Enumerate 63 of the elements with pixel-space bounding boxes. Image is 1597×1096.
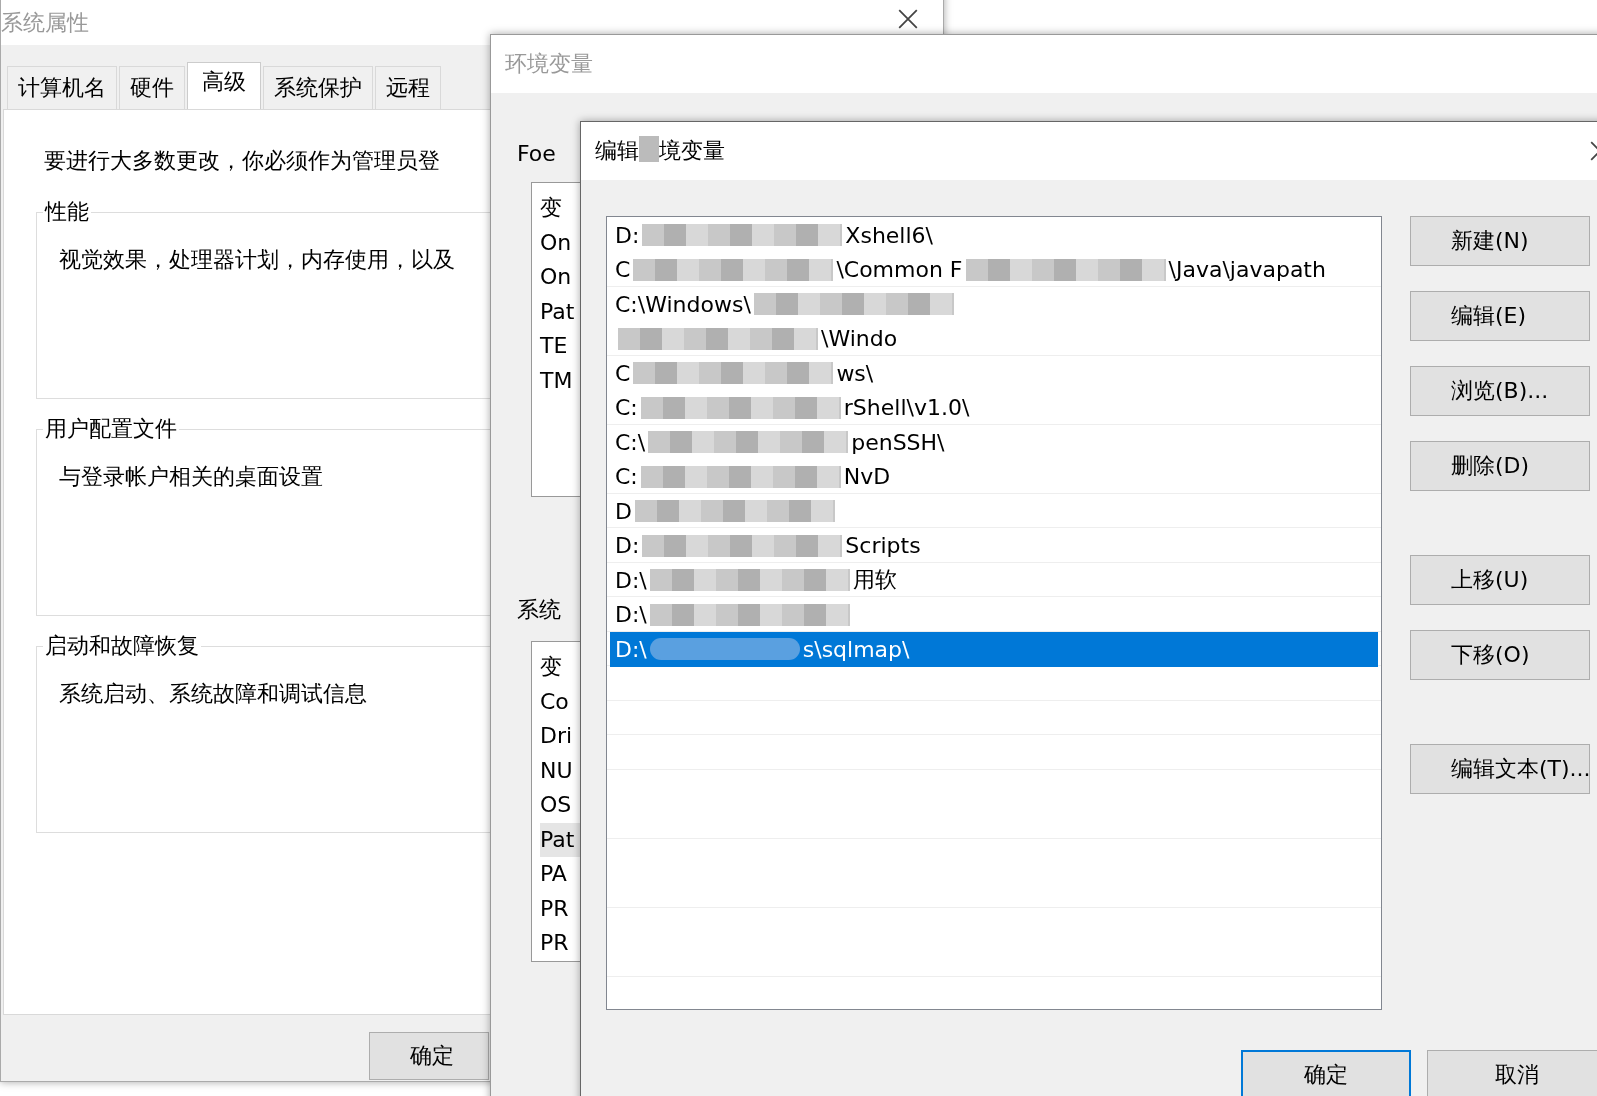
path-text: C:\ bbox=[615, 429, 646, 455]
path-text: s\sqlmap\ bbox=[802, 636, 910, 662]
path-text: C bbox=[615, 257, 631, 283]
path-text: D: bbox=[615, 222, 640, 248]
path-row[interactable]: C: rShell\v1.0\ bbox=[610, 390, 1378, 425]
close-icon[interactable] bbox=[897, 8, 919, 30]
path-text: 用软 bbox=[852, 566, 897, 595]
path-text: C bbox=[615, 360, 631, 386]
path-text: D:\ bbox=[615, 567, 647, 593]
group-description: 与登录帐户相关的桌面设置 bbox=[59, 463, 323, 491]
path-row[interactable]: D: Scripts bbox=[610, 528, 1378, 563]
tab[interactable]: 远程 bbox=[375, 66, 441, 109]
group-description: 视觉效果，处理器计划，内存使用，以及 bbox=[59, 246, 455, 274]
path-text: ws\ bbox=[836, 360, 874, 386]
section-label: Foe bbox=[516, 141, 556, 166]
action-button[interactable]: 下移(O) bbox=[1410, 630, 1590, 680]
path-row[interactable]: D: Xshell6\ bbox=[610, 218, 1378, 253]
dialog-title: 境变量 bbox=[659, 137, 725, 165]
action-button[interactable]: 删除(D) bbox=[1410, 441, 1590, 491]
path-text: \Java\javapath bbox=[1168, 257, 1326, 283]
path-row[interactable]: C:\Windows\ bbox=[610, 287, 1378, 322]
tab[interactable]: 计算机名 bbox=[7, 66, 117, 109]
window-title: 环境变量 bbox=[505, 50, 593, 78]
path-row[interactable]: C \Common F \Java\javapath bbox=[610, 252, 1378, 287]
tab[interactable]: 高级 bbox=[187, 62, 261, 109]
cancel-button[interactable]: 取消 bbox=[1427, 1050, 1597, 1096]
path-row[interactable]: D:\ 用软 bbox=[610, 563, 1378, 598]
path-text: NvD bbox=[843, 464, 891, 490]
section-label: 系统 bbox=[517, 597, 561, 622]
path-text: C:\Windows\ bbox=[615, 291, 751, 317]
path-text: rShell\v1.0\ bbox=[843, 395, 970, 421]
path-text: D: bbox=[615, 533, 640, 559]
path-row[interactable]: \Windo bbox=[610, 321, 1378, 356]
path-text: Xshell6\ bbox=[845, 222, 933, 248]
action-button[interactable]: 编辑(E) bbox=[1410, 291, 1590, 341]
dialog-title: 编辑 bbox=[595, 137, 639, 165]
path-text: D bbox=[615, 498, 632, 524]
action-button[interactable]: 浏览(B)... bbox=[1410, 366, 1590, 416]
notice-text: 要进行大多数更改，你必须作为管理员登 bbox=[44, 147, 440, 175]
ok-button[interactable]: 确定 bbox=[1241, 1050, 1411, 1096]
path-text: C: bbox=[615, 395, 638, 421]
path-row[interactable]: D:\ bbox=[610, 597, 1378, 632]
action-button[interactable]: 上移(U) bbox=[1410, 555, 1590, 605]
path-text: Scripts bbox=[845, 533, 921, 559]
path-row[interactable]: C:\ penSSH\ bbox=[610, 425, 1378, 460]
path-text: penSSH\ bbox=[851, 429, 945, 455]
path-row[interactable]: D bbox=[610, 494, 1378, 529]
action-button[interactable]: 新建(N) bbox=[1410, 216, 1590, 266]
window-title: 系统属性 bbox=[1, 9, 89, 37]
ok-button[interactable]: 确定 bbox=[369, 1032, 489, 1080]
path-text: D:\ bbox=[615, 602, 647, 628]
path-text: \Common F bbox=[836, 257, 963, 283]
tab[interactable]: 系统保护 bbox=[263, 66, 373, 109]
tab[interactable]: 硬件 bbox=[119, 66, 185, 109]
action-button[interactable]: 编辑文本(T)... bbox=[1410, 744, 1590, 794]
path-row[interactable]: C: NvD bbox=[610, 459, 1378, 494]
path-text: C: bbox=[615, 464, 638, 490]
group-description: 系统启动、系统故障和调试信息 bbox=[59, 680, 367, 708]
path-row[interactable]: D:\ s\sqlmap\ bbox=[610, 632, 1378, 667]
redaction-block bbox=[639, 136, 659, 162]
path-row[interactable]: C ws\ bbox=[610, 356, 1378, 391]
path-text: D:\ bbox=[615, 636, 647, 662]
path-text: \Windo bbox=[821, 326, 898, 352]
